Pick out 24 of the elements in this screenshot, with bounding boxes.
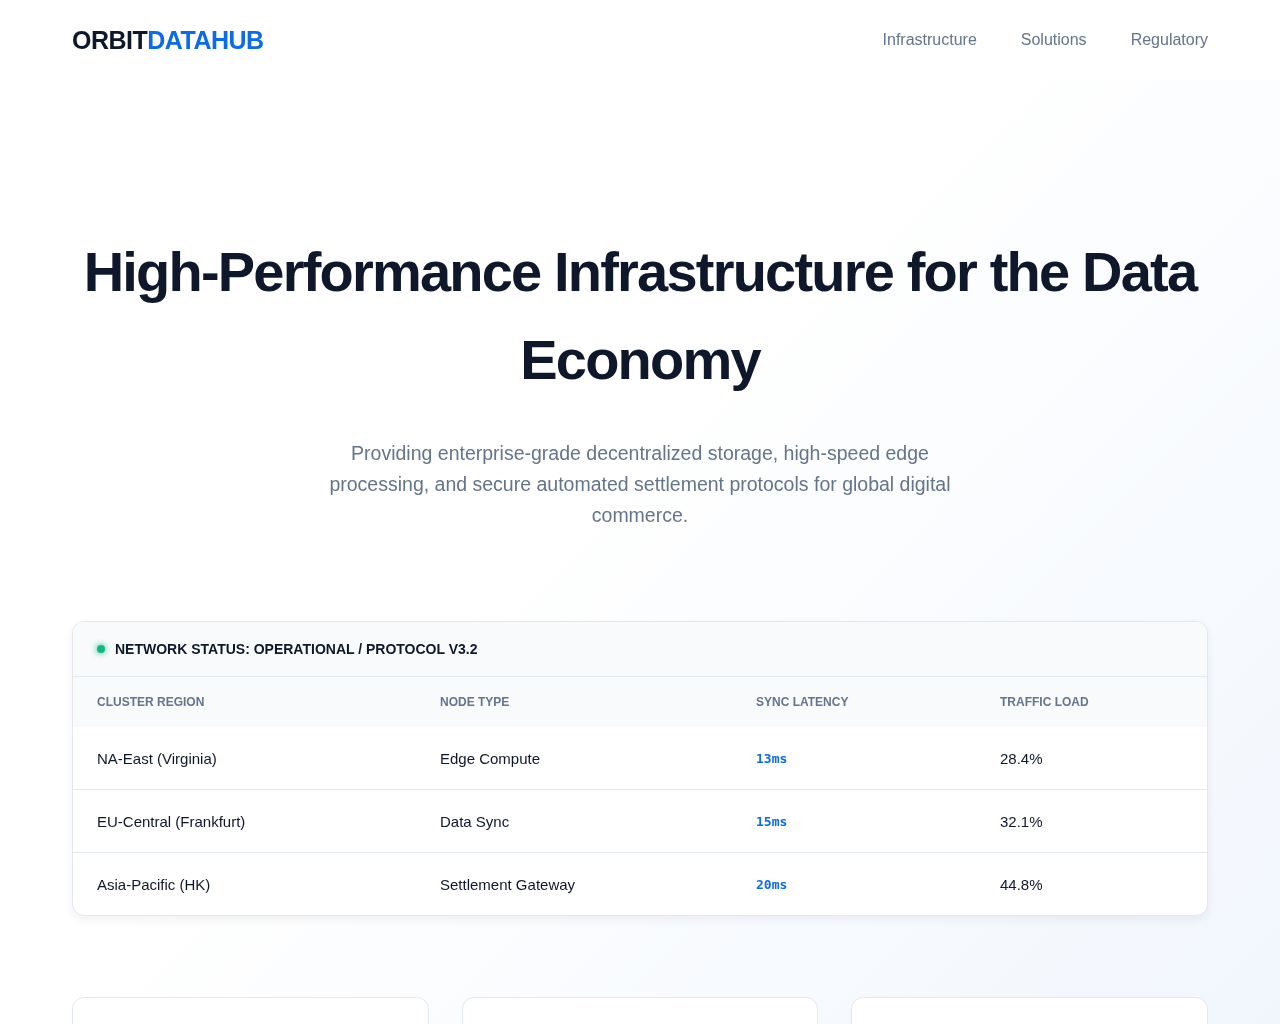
nav-link[interactable]: Regulatory [1130, 31, 1208, 49]
table-cell-text: Data Sync [440, 812, 511, 830]
hero-title: High-Performance Infrastructure for the Data Economy [82, 239, 1199, 393]
nav-link[interactable]: Infrastructure [882, 31, 977, 49]
table-cell-text: 28.4% [1000, 749, 1044, 767]
logo[interactable]: ORBITDATAHUB [72, 25, 264, 55]
table-cell-text: Settlement Gateway [440, 875, 577, 893]
column-header: NODE TYPE [440, 695, 511, 709]
table-cell-text: 20ms [756, 876, 789, 892]
column-header: TRAFFIC LOAD [1000, 695, 1090, 709]
status-dot-icon [97, 645, 105, 653]
column-header: CLUSTER REGION [97, 695, 206, 709]
column-header: SYNC LATENCY [756, 695, 850, 709]
nav-link[interactable]: Solutions [1020, 31, 1087, 49]
table-cell-text: 13ms [756, 750, 789, 766]
table-cell-text: 32.1% [1000, 812, 1044, 830]
status-title: NETWORK STATUS: OPERATIONAL / PROTOCOL V3.2 [115, 641, 478, 657]
table-cell-text: Asia-Pacific (HK) [97, 875, 212, 893]
table-cell-text: 15ms [756, 813, 789, 829]
table-cell-text: NA-East (Virginia) [97, 749, 218, 767]
table-cell-text: 44.8% [1000, 875, 1044, 893]
table-cell-text: EU-Central (Frankfurt) [97, 812, 247, 830]
table-cell-text: Edge Compute [440, 749, 542, 767]
hero-subtitle: Providing enterprise-grade decentralized storage, high-speed edge processing, and secure automated settlement protocols for global digital commerce. [328, 441, 952, 528]
